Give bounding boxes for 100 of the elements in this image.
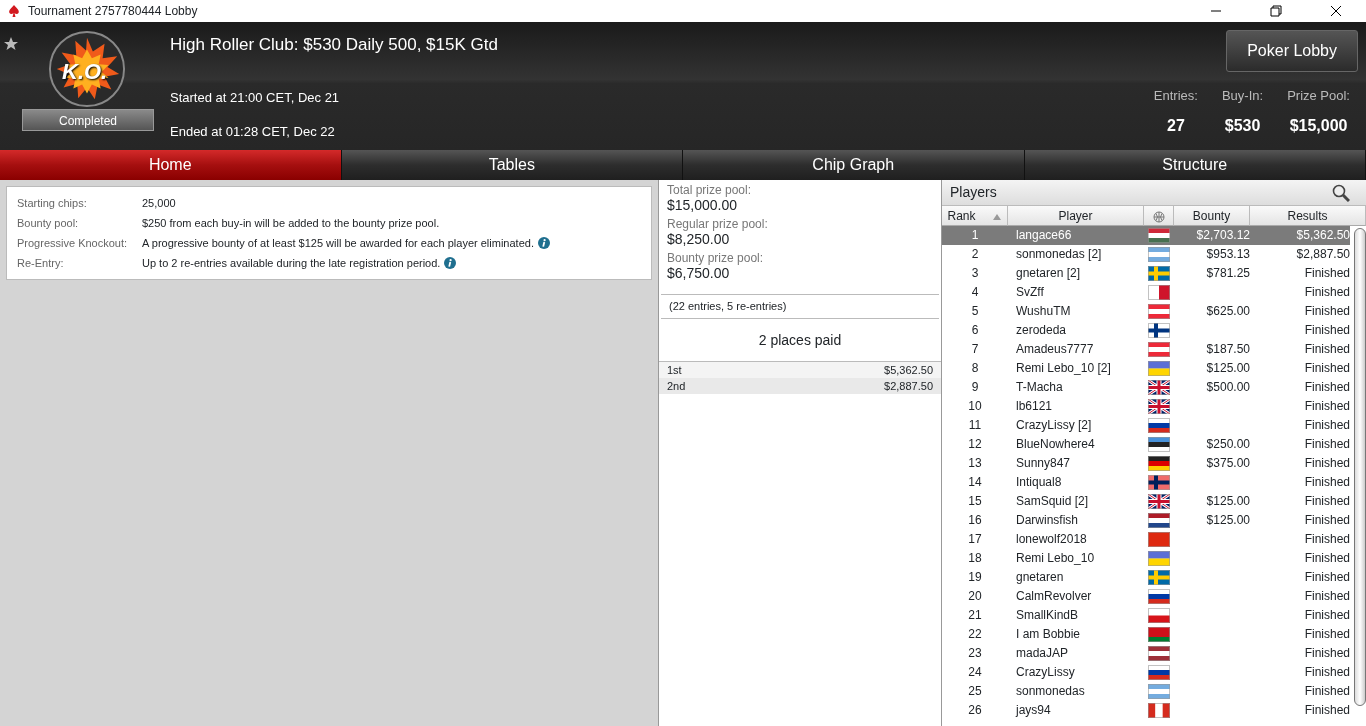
rank-cell-text: 15: [967, 493, 983, 510]
flag-icon: [1148, 285, 1170, 300]
bounty-cell-text: $125.00: [1205, 493, 1250, 510]
player-row[interactable]: 24 CrazyLissy Finished: [942, 663, 1350, 682]
scrollbar[interactable]: [1354, 228, 1366, 706]
column-header[interactable]: Rank: [942, 206, 1008, 226]
rank-cell-text: 17: [967, 531, 983, 548]
info-icon[interactable]: [537, 237, 550, 249]
player-row[interactable]: 11 CrazyLissy [2] Finished: [942, 416, 1350, 435]
flag-icon: [1148, 456, 1170, 471]
player-row[interactable]: 18 Remi Lebo_10 Finished: [942, 549, 1350, 568]
player-row[interactable]: 6 zerodeda Finished: [942, 321, 1350, 340]
flag-icon: [1148, 589, 1170, 604]
places-paid: 2 places paid: [758, 332, 842, 348]
player-row[interactable]: 19 gnetaren Finished: [942, 568, 1350, 587]
restore-icon[interactable]: [1270, 5, 1282, 17]
star-icon[interactable]: [3, 36, 19, 52]
column-header[interactable]: Results: [1250, 206, 1366, 226]
rank-cell-text: 3: [970, 265, 980, 282]
rank-cell-text: 13: [967, 455, 983, 472]
info-icon[interactable]: [444, 257, 457, 269]
player-row[interactable]: 21 SmallKindB Finished: [942, 606, 1350, 625]
poker-lobby-button[interactable]: Poker Lobby: [1226, 30, 1358, 72]
result-cell-text: $5,362.50: [1295, 227, 1350, 244]
player-name: SamSquid [2]: [1015, 493, 1090, 510]
rank-cell-text: 22: [967, 626, 983, 643]
payout-amount: $5,362.50: [884, 363, 933, 378]
sort-arrow-icon[interactable]: [991, 212, 1002, 221]
player-row[interactable]: 23 madaJAP Finished: [942, 644, 1350, 663]
bounty-cell-text: $187.50: [1205, 341, 1250, 358]
tab[interactable]: Structure: [1024, 150, 1366, 180]
payout-place: 1st: [667, 363, 683, 378]
search-icon[interactable]: [1332, 183, 1350, 202]
player-row[interactable]: 3 gnetaren [2] $781.25 Finished: [942, 264, 1350, 283]
flag-icon: [1148, 494, 1170, 509]
flag-icon: [1148, 570, 1170, 585]
close-icon[interactable]: [1330, 5, 1342, 17]
rank-cell-text: 25: [967, 683, 983, 700]
player-row[interactable]: 13 Sunny847 $375.00 Finished: [942, 454, 1350, 473]
player-name: langace66: [1015, 227, 1073, 244]
player-row[interactable]: 2 sonmonedas [2] $953.13 $2,887.50: [942, 245, 1350, 264]
rank-cell-text: 1: [970, 227, 980, 244]
result-cell-text: Finished: [1303, 455, 1350, 472]
bounty-cell-text: $250.00: [1205, 436, 1250, 453]
rank-cell-text: 18: [967, 550, 983, 567]
player-row[interactable]: 10 lb6121 Finished: [942, 397, 1350, 416]
player-row[interactable]: 14 Intiqual8 Finished: [942, 473, 1350, 492]
player-row[interactable]: 12 BlueNowhere4 $250.00 Finished: [942, 435, 1350, 454]
info-value: Up to 2 re-entries available during the late registration period.: [142, 255, 441, 271]
player-row[interactable]: 26 jays94 Finished: [942, 701, 1350, 720]
player-row[interactable]: 5 WushuTM $625.00 Finished: [942, 302, 1350, 321]
pool-label: Regular prize pool:: [667, 218, 769, 231]
result-cell-text: Finished: [1303, 645, 1350, 662]
bounty-cell-text: $781.25: [1205, 265, 1250, 282]
tab[interactable]: Home: [0, 150, 342, 180]
player-row[interactable]: 17 lonewolf2018 Finished: [942, 530, 1350, 549]
result-cell-text: Finished: [1303, 379, 1350, 396]
player-row[interactable]: 20 CalmRevolver Finished: [942, 587, 1350, 606]
player-name: gnetaren: [1015, 569, 1065, 586]
rank-cell-text: 21: [967, 607, 983, 624]
globe-icon[interactable]: [1144, 206, 1174, 226]
payout-place: 2nd: [667, 379, 687, 394]
player-row[interactable]: 25 sonmonedas Finished: [942, 682, 1350, 701]
rank-cell-text: 20: [967, 588, 983, 605]
result-cell-text: Finished: [1303, 417, 1350, 434]
player-row[interactable]: 8 Remi Lebo_10 [2] $125.00 Finished: [942, 359, 1350, 378]
knockout-badge-icon: [48, 30, 126, 108]
result-cell-text: Finished: [1303, 284, 1350, 301]
player-row[interactable]: 22 I am Bobbie Finished: [942, 625, 1350, 644]
result-cell-text: Finished: [1303, 531, 1350, 548]
rank-cell-text: 2: [970, 246, 980, 263]
column-header[interactable]: Bounty: [1174, 206, 1250, 226]
rank-cell-text: 7: [970, 341, 980, 358]
flag-icon: [1148, 475, 1170, 490]
tab[interactable]: Chip Graph: [683, 150, 1025, 180]
spade-logo-icon: [8, 5, 20, 17]
flag-icon: [1148, 380, 1170, 395]
rank-cell-text: 4: [970, 284, 980, 301]
player-row[interactable]: 15 SamSquid [2] $125.00 Finished: [942, 492, 1350, 511]
player-row[interactable]: 9 T-Macha $500.00 Finished: [942, 378, 1350, 397]
tab[interactable]: Tables: [341, 150, 683, 180]
result-cell-text: Finished: [1303, 265, 1350, 282]
tournament-title: High Roller Club: $530 Daily 500, $15K Gtd: [170, 34, 498, 56]
player-row[interactable]: 1 langace66 $2,703.12 $5,362.50: [942, 226, 1350, 245]
pool-value: $15,000.00: [667, 197, 739, 214]
player-name: Remi Lebo_10: [1015, 550, 1096, 567]
bounty-cell-text: $375.00: [1205, 455, 1250, 472]
rank-cell-text: 5: [970, 303, 980, 320]
end-time: Ended at 01:28 CET, Dec 22: [170, 122, 336, 141]
player-row[interactable]: 4 SvZff Finished: [942, 283, 1350, 302]
player-row[interactable]: 7 Amadeus7777 $187.50 Finished: [942, 340, 1350, 359]
flag-icon: [1148, 532, 1170, 547]
pool-value: $6,750.00: [667, 265, 731, 282]
player-row[interactable]: 16 Darwinsfish $125.00 Finished: [942, 511, 1350, 530]
flag-icon: [1148, 703, 1170, 718]
column-header[interactable]: Player: [1008, 206, 1144, 226]
stat-label: Buy-In:: [1221, 87, 1264, 105]
player-name: SvZff: [1015, 284, 1045, 301]
payout-amount: $2,887.50: [884, 379, 933, 394]
pool-label: Total prize pool:: [667, 184, 753, 197]
